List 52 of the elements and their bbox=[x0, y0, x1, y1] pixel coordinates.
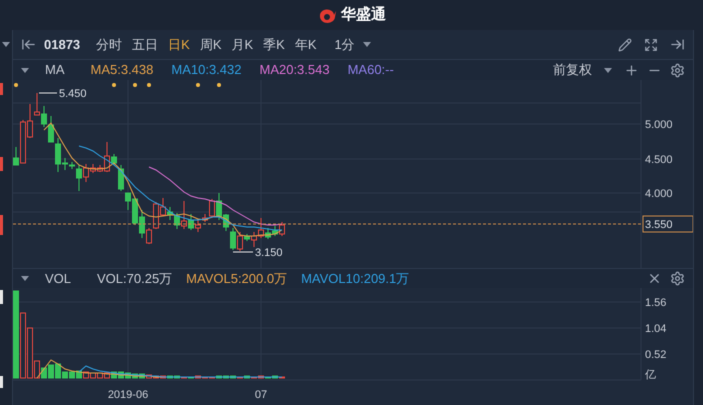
period-tab[interactable]: 分时 bbox=[96, 34, 122, 54]
event-dot-icon bbox=[112, 83, 116, 87]
date-label: 2019-06 bbox=[108, 389, 148, 401]
axis-tick-label: 5.000 bbox=[645, 119, 673, 131]
leader-line bbox=[38, 92, 58, 94]
current-price-label: 3.550 bbox=[645, 219, 673, 231]
event-dot-icon bbox=[196, 83, 200, 87]
high-price-label: 5.450 bbox=[59, 88, 87, 100]
indicator-name: VOL bbox=[45, 270, 72, 288]
caret-icon bbox=[362, 42, 371, 47]
indicator-value: MA60:-- bbox=[348, 61, 394, 80]
indicator-name: MA bbox=[45, 61, 64, 80]
indicator-value: MA5:3.438 bbox=[90, 61, 154, 80]
indicator-value: VOL:70.25万 bbox=[97, 270, 172, 288]
indicator-value: MA10:3.432 bbox=[171, 61, 242, 80]
event-dot-icon bbox=[133, 83, 137, 87]
axis-tick-label: 0.52 bbox=[645, 349, 666, 361]
axis-tick-label: 1.04 bbox=[645, 323, 666, 335]
event-dot-icon bbox=[217, 83, 221, 87]
period-tab[interactable]: 季K bbox=[263, 34, 285, 54]
settings-icon[interactable] bbox=[670, 271, 685, 286]
indicator-value: MAVOL5:200.0万 bbox=[186, 270, 288, 288]
collapse-caret-icon[interactable] bbox=[21, 68, 29, 72]
event-dot-icon bbox=[14, 83, 18, 87]
collapse-caret-icon[interactable] bbox=[21, 276, 29, 281]
event-dot-icon bbox=[147, 83, 151, 87]
indicator-value: MA20:3.543 bbox=[259, 61, 330, 80]
period-tab[interactable]: 周K bbox=[200, 34, 222, 54]
period-tab[interactable]: 月K bbox=[232, 34, 254, 54]
fullscreen-icon[interactable] bbox=[644, 38, 658, 52]
adjust-dropdown[interactable]: 前复权 bbox=[553, 60, 612, 80]
period-tab[interactable]: 日K bbox=[168, 34, 190, 54]
stock-code: 01873 bbox=[44, 36, 80, 54]
axis-tick-label: 1.56 bbox=[645, 297, 666, 309]
caret-icon bbox=[604, 68, 612, 72]
collapse-icon[interactable] bbox=[21, 37, 36, 52]
axis-tick-label: 4.500 bbox=[645, 154, 673, 166]
pencil-icon[interactable] bbox=[618, 38, 632, 52]
add-icon[interactable] bbox=[624, 62, 639, 78]
date-label: 07 bbox=[254, 389, 268, 401]
interval-dropdown[interactable]: 1分 bbox=[334, 34, 371, 54]
exit-icon[interactable] bbox=[670, 37, 685, 52]
settings-icon[interactable] bbox=[670, 62, 685, 78]
period-tab[interactable]: 年K bbox=[294, 34, 317, 54]
close-icon[interactable] bbox=[647, 271, 662, 286]
period-tab[interactable]: 五日 bbox=[132, 34, 158, 54]
unit-label: 亿 bbox=[645, 369, 656, 381]
indicator-value: MAVOL10:209.1万 bbox=[301, 270, 410, 288]
brand-name: 华盛通 bbox=[341, 4, 386, 25]
logo-icon bbox=[317, 7, 337, 23]
axis-tick-label: 4.000 bbox=[645, 188, 673, 200]
low-price-label: 3.150 bbox=[255, 247, 283, 259]
